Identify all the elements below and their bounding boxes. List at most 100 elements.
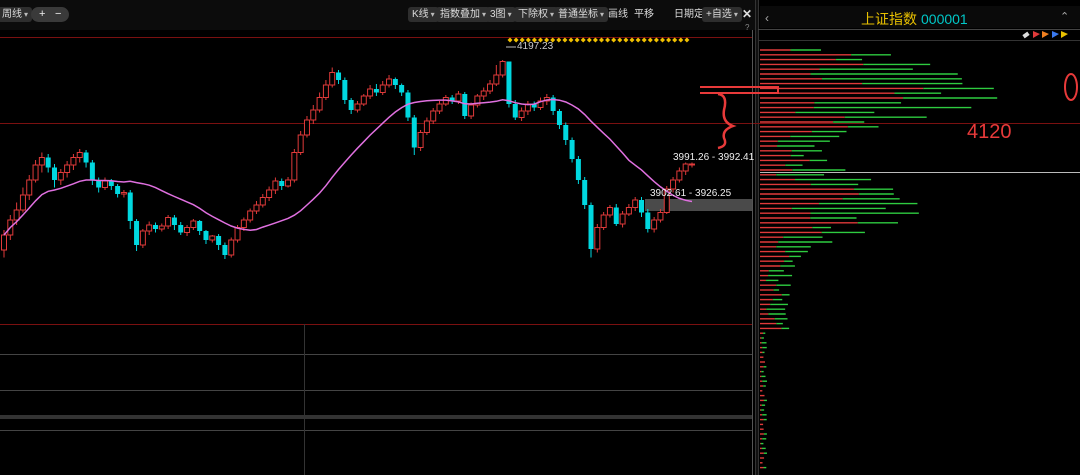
candle-body: [645, 212, 651, 229]
candle-body: [600, 214, 607, 228]
signal-diamond: [660, 37, 665, 43]
candle-body: [228, 239, 235, 256]
candle-body: [240, 219, 247, 228]
candle-body: [279, 181, 285, 186]
candle-body: [322, 84, 329, 98]
candle-body: [45, 157, 51, 168]
candle-body: [493, 74, 500, 85]
candle-body: [171, 217, 177, 225]
signal-diamond: [611, 37, 617, 43]
high-price-label: 4197.23: [517, 41, 554, 52]
candle-body: [272, 180, 279, 191]
candle-body: [285, 179, 292, 187]
candle-body: [575, 159, 581, 180]
candle-body: [455, 93, 462, 102]
candle-body: [518, 110, 525, 118]
signal-diamond: [635, 37, 641, 43]
signal-diamond: [605, 37, 611, 43]
candle-body: [178, 225, 184, 233]
candle-body: [506, 61, 512, 104]
candle-body: [70, 157, 77, 166]
candle-body: [165, 217, 172, 227]
candle-body: [417, 132, 424, 148]
candle-body: [266, 189, 273, 198]
candle-body: [430, 110, 437, 122]
candle-body: [247, 210, 254, 221]
candle-body: [190, 220, 197, 228]
flag-orange-icon[interactable]: [1042, 31, 1049, 38]
signal-diamond: [580, 37, 586, 43]
candle-body: [632, 199, 639, 208]
annotation-bracket-line: [700, 86, 779, 94]
candle-body: [108, 181, 114, 186]
candle-body: [152, 225, 158, 229]
signal-diamond: [647, 37, 653, 43]
candle-body: [259, 197, 266, 206]
candle-body: [19, 194, 26, 211]
candle-body: [32, 164, 39, 181]
signal-diamond: [684, 37, 690, 43]
candle-body: [613, 207, 619, 224]
candle-body: [436, 103, 443, 112]
candle-body: [588, 205, 594, 249]
candle-body: [392, 79, 398, 85]
candle-body: [184, 227, 191, 233]
draw-pen-icon[interactable]: [1022, 31, 1030, 39]
kline-chart: 4197.23 3991.26 - 3992.41 3902.61 - 3926…: [0, 6, 1080, 475]
index-name: 上证指数: [861, 11, 917, 27]
candle-body: [222, 245, 228, 255]
candle-body: [499, 61, 506, 76]
candle-body: [582, 180, 588, 205]
candle-body: [234, 227, 241, 241]
index-code: 000001: [921, 11, 968, 27]
signal-diamond: [599, 37, 604, 43]
signal-diamond: [592, 37, 598, 43]
signal-diamond: [678, 37, 684, 43]
candle-body: [336, 72, 342, 80]
candle-body: [146, 224, 153, 232]
upper-range-label: 3991.26 - 3992.41: [673, 152, 755, 163]
signal-diamond: [586, 37, 592, 43]
candle-body: [423, 120, 430, 133]
candle-body: [76, 152, 83, 158]
annotation-brace: [717, 92, 737, 150]
volume-profile: [760, 49, 998, 469]
candle-body: [411, 117, 417, 148]
candle-body: [13, 209, 20, 221]
candle-body: [487, 83, 494, 92]
candle-body: [26, 179, 33, 196]
flag-red-icon[interactable]: [1033, 31, 1040, 38]
candle-body: [462, 94, 468, 116]
candle-body: [606, 207, 613, 216]
candle-body: [348, 100, 354, 110]
lower-range-label: 3902.61 - 3926.25: [650, 188, 732, 199]
signal-diamond: [562, 37, 568, 43]
candle-body: [51, 167, 57, 180]
range-highlight-band: [645, 199, 752, 211]
candle-body: [342, 80, 348, 100]
candle-body: [379, 84, 386, 93]
signal-diamond: [617, 37, 623, 43]
index-title: 上证指数 000001: [861, 9, 968, 29]
signal-diamond: [641, 37, 647, 43]
flag-blue-icon[interactable]: [1052, 31, 1059, 38]
candle-body: [689, 163, 695, 166]
flag-yellow-icon[interactable]: [1061, 31, 1068, 38]
header-tool-icons[interactable]: [1022, 31, 1068, 39]
signal-diamond: [507, 37, 513, 43]
signal-diamond: [666, 37, 672, 43]
candle-body: [594, 227, 601, 250]
candle-body: [625, 207, 632, 215]
chevron-left-icon[interactable]: ‹: [765, 11, 769, 25]
candle-body: [468, 104, 475, 117]
candle-body: [619, 213, 626, 225]
grid-lines: [0, 30, 1080, 475]
candle-body: [101, 180, 108, 188]
chevron-up-icon[interactable]: ⌃: [1060, 11, 1069, 23]
candle-body: [556, 111, 562, 125]
candle-body: [563, 125, 569, 140]
candle-body: [216, 236, 222, 245]
candle-body: [303, 119, 310, 136]
signal-diamond: [623, 37, 629, 43]
candle-body: [329, 72, 336, 86]
